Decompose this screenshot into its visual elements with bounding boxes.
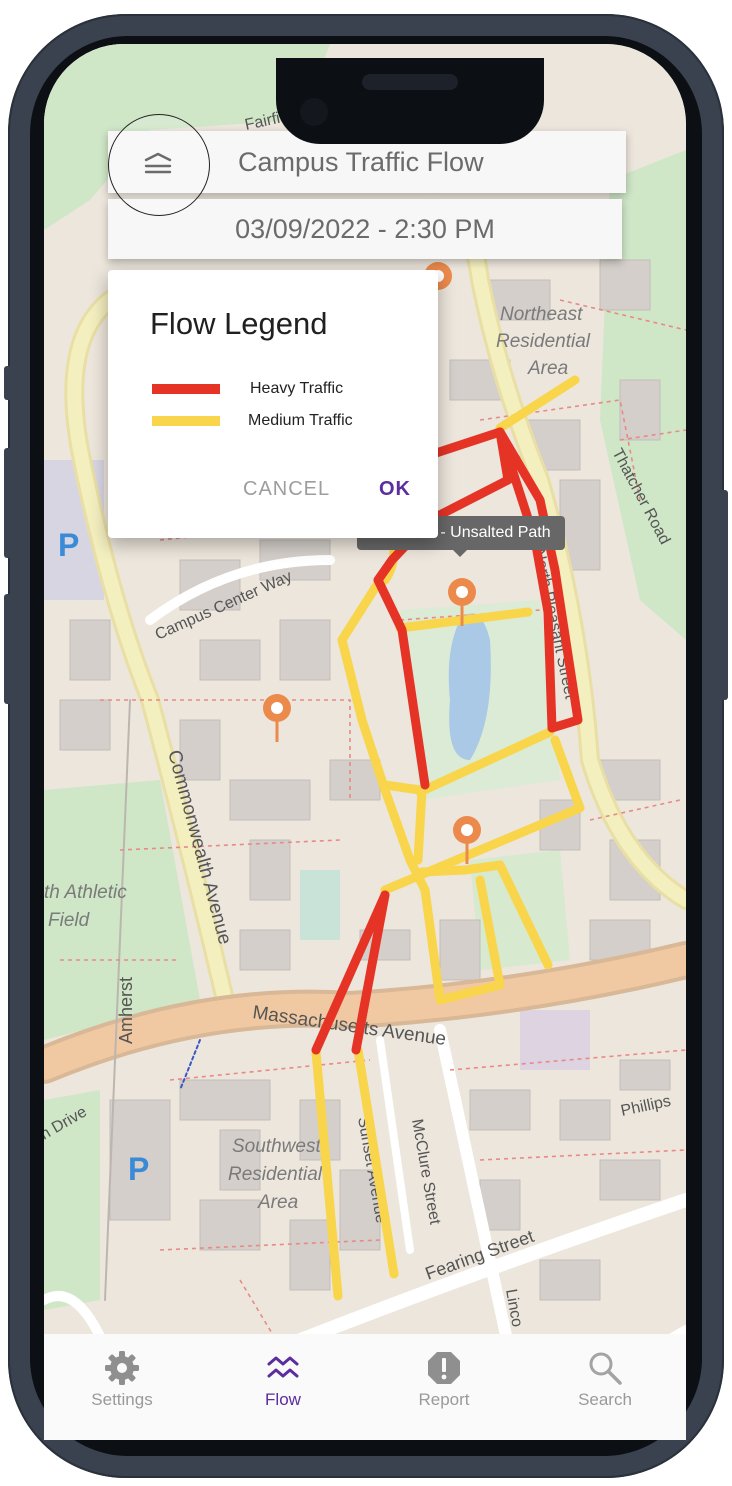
northeast-area-label-3: Area [527,358,568,379]
gear-icon [105,1351,139,1385]
athletic-field-label-1: th Athletic [44,882,127,903]
front-camera [300,98,328,126]
legend-label: Medium Traffic [248,412,353,429]
speaker-grille [362,74,458,90]
volume-down-button [4,594,12,704]
datetime-value: 03/09/2022 - 2:30 PM [235,213,495,244]
nav-label: Flow [265,1390,301,1409]
nav-label: Search [578,1390,632,1409]
southwest-area-label-2: Residential [228,1164,323,1185]
bottom-navigation: Settings Flow Report Search [44,1334,686,1440]
parking-icon: P [58,527,79,563]
cancel-button[interactable]: CANCEL [243,478,330,501]
power-button [720,490,728,700]
nav-item-flow[interactable]: Flow [208,1334,358,1440]
heavy-traffic-swatch [152,384,220,394]
legend-label: Heavy Traffic [250,380,344,397]
alert-icon [428,1352,460,1384]
medium-traffic-route[interactable] [413,785,427,865]
medium-traffic-route[interactable] [380,780,425,795]
nav-item-search[interactable]: Search [530,1334,680,1440]
app-title: Campus Traffic Flow [238,146,484,177]
nav-label: Settings [91,1390,153,1409]
athletic-field-label-2: Field [48,910,91,931]
flow-legend-dialog: Flow Legend Heavy Traffic Medium Traffic… [108,270,438,538]
dialog-title: Flow Legend [150,306,328,341]
menu-layers-icon[interactable] [140,146,176,182]
southwest-area-label-3: Area [257,1192,298,1213]
medium-traffic-swatch [152,416,220,426]
northeast-area-label-2: Residential [496,331,591,352]
search-icon [589,1352,622,1385]
amherst-label: Amherst [116,977,136,1044]
southwest-area-label-1: Southwest [232,1136,321,1157]
flow-waves-icon [267,1356,299,1378]
northeast-area-label-1: Northeast [500,304,583,325]
mute-switch [4,366,12,400]
nav-label: Report [418,1390,470,1409]
parking-icon: P [128,1151,149,1187]
legend-item-medium: Medium Traffic [152,412,353,430]
nav-item-settings[interactable]: Settings [47,1334,197,1440]
ok-button[interactable]: OK [379,478,411,501]
nav-item-report[interactable]: Report [369,1334,519,1440]
legend-item-heavy: Heavy Traffic [152,380,343,398]
volume-up-button [4,448,12,558]
